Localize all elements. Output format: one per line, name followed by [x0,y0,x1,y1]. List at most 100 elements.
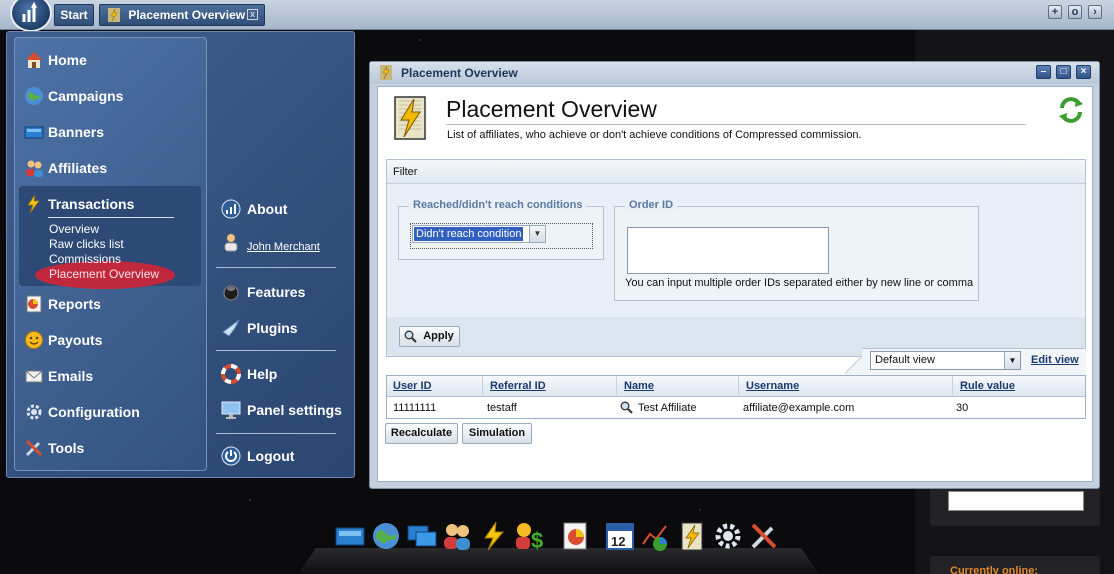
top-bar: Start Placement Overview x [0,0,1114,32]
column-header-rule-value[interactable]: Rule value [954,376,1085,397]
page-title: Placement Overview [446,96,657,122]
tab-label: Placement Overview [128,8,246,22]
page-description: List of affiliates, who achieve or don't… [447,129,862,141]
menu-item-campaigns[interactable]: Campaigns [24,84,123,108]
avatar-icon [221,232,241,252]
help-icon [221,364,241,384]
tools-icon [24,438,44,458]
menu-item-home[interactable]: Home [24,48,87,72]
menu-item-features[interactable]: Features [221,281,305,303]
cell-user-id: 11111111 [393,402,437,414]
chart-icon[interactable] [640,520,672,552]
lightning-icon [108,8,120,22]
play-icon[interactable]: › [1088,5,1102,19]
lightning-document-icon [393,95,427,141]
order-id-hint: You can input multiple order IDs separat… [625,277,974,289]
close-icon[interactable]: x [247,9,258,20]
tab-placement-overview[interactable]: Placement Overview x [99,4,265,26]
menu-item-tools[interactable]: Tools [24,436,84,460]
users-icon [24,158,44,178]
cell-username: affiliate@example.com [743,402,855,414]
features-icon [221,282,241,302]
menu-item-banners[interactable]: Banners [24,120,104,144]
filter-header[interactable]: Filter [387,160,1085,184]
payouts-icon[interactable]: $ [512,520,544,553]
divider [216,433,336,434]
lightning-icon [380,65,392,80]
power-icon [221,446,241,466]
cell-name-text: Test Affiliate [638,402,697,414]
submenu-commissions[interactable]: Commissions [49,252,121,266]
menu-item-logout[interactable]: Logout [221,445,294,467]
refresh-icon[interactable] [1056,95,1086,125]
menu-item-transactions[interactable]: Transactions [24,192,134,216]
window-title: Placement Overview [401,66,518,80]
globe-icon[interactable] [370,520,402,552]
gear-icon [24,402,44,422]
banner-icon [24,122,44,142]
divider [216,267,336,268]
menu-item-reports[interactable]: Reports [24,292,101,316]
magnifier-icon [404,330,417,343]
svg-text:12: 12 [611,534,625,549]
divider [216,350,336,351]
column-header-name[interactable]: Name [618,376,739,397]
tools-icon[interactable] [748,520,780,552]
globe-icon [24,86,44,106]
screens-icon[interactable] [406,520,438,552]
payouts-icon [24,330,44,350]
submenu-raw-clicks-list[interactable]: Raw clicks list [49,237,124,251]
column-header-user-id[interactable]: User ID [387,376,483,397]
simulation-button[interactable]: Simulation [462,423,532,444]
recalculate-button[interactable]: Recalculate [385,423,458,444]
menu-item-panel-settings[interactable]: Panel settings [221,399,342,421]
cell-referral-id: testaff [487,402,517,414]
menu-item-payouts[interactable]: Payouts [24,328,102,352]
edit-view-link[interactable]: Edit view [1031,354,1079,366]
conditions-select-value: Didn't reach condition [414,227,524,241]
submenu-overview[interactable]: Overview [49,222,99,236]
chevron-down-icon[interactable]: ▼ [1004,352,1020,369]
document-lightning-icon[interactable] [676,520,708,552]
gear-icon[interactable] [712,520,744,552]
maximize-icon[interactable]: □ [1056,65,1071,79]
view-select[interactable]: Default view ▼ [870,351,1021,370]
column-header-username[interactable]: Username [740,376,953,397]
users-icon[interactable] [441,520,473,552]
cell-name[interactable]: Test Affiliate [614,399,739,417]
apply-button[interactable]: Apply [399,326,460,347]
column-header-referral-id[interactable]: Referral ID [484,376,617,397]
submenu-placement-overview[interactable]: Placement Overview [49,267,159,281]
menu-item-configuration[interactable]: Configuration [24,400,140,424]
order-id-input[interactable] [627,227,829,274]
minimize-icon[interactable]: – [1036,65,1051,79]
menu-item-help[interactable]: Help [221,363,277,385]
divider [446,124,1026,125]
banner-icon[interactable] [334,520,366,552]
reports-icon[interactable] [560,520,592,552]
about-icon [221,199,241,219]
app-logo-icon[interactable] [10,0,52,32]
online-label: Currently online: [950,565,1039,574]
reports-icon [24,294,44,314]
chevron-down-icon[interactable]: ▼ [529,226,545,242]
add-icon[interactable]: + [1048,5,1062,19]
conditions-legend: Reached/didn't reach conditions [409,199,587,211]
menu-item-affiliates[interactable]: Affiliates [24,156,107,180]
email-icon [24,366,44,386]
magnifier-icon[interactable] [620,401,633,414]
divider [48,217,174,218]
tab-start[interactable]: Start [54,4,94,26]
lightning-icon [24,194,44,214]
window-title-bar[interactable]: Placement Overview [370,62,1099,84]
close-icon[interactable]: × [1076,65,1091,79]
plugins-icon [221,318,241,338]
search-input[interactable] [948,491,1084,511]
calendar-icon[interactable]: 12 [604,520,636,552]
menu-item-about[interactable]: About [221,198,287,220]
lightning-icon[interactable] [478,520,510,552]
user-name-link[interactable]: John Merchant [247,241,320,253]
menu-item-emails[interactable]: Emails [24,364,93,388]
settings-icon[interactable]: o [1068,5,1082,19]
menu-item-plugins[interactable]: Plugins [221,317,298,339]
